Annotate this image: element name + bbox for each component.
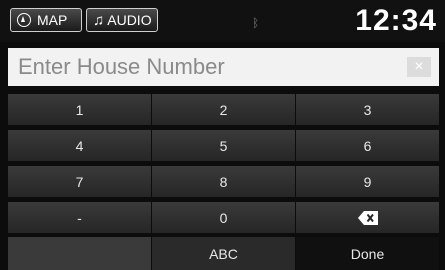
- clear-button[interactable]: ×: [407, 57, 431, 77]
- key-0[interactable]: 0: [152, 202, 295, 233]
- map-compass-icon: [17, 13, 31, 27]
- audio-button[interactable]: ♫ AUDIO: [86, 8, 158, 32]
- audio-button-label: AUDIO: [107, 12, 152, 28]
- key-1[interactable]: 1: [8, 94, 151, 125]
- blank-key: [8, 237, 151, 270]
- key-7[interactable]: 7: [8, 166, 151, 197]
- key-5[interactable]: 5: [152, 130, 295, 161]
- bluetooth-icon: ᛒ: [252, 16, 260, 30]
- house-number-placeholder: Enter House Number: [18, 54, 225, 79]
- backspace-button[interactable]: [296, 202, 439, 233]
- key-2[interactable]: 2: [152, 94, 295, 125]
- key-8[interactable]: 8: [152, 166, 295, 197]
- map-button[interactable]: MAP: [10, 8, 82, 32]
- clock: 12:34: [355, 4, 437, 37]
- bottom-bar: ABC Done: [8, 237, 439, 270]
- house-number-input[interactable]: Enter House Number ×: [8, 48, 439, 86]
- map-button-label: MAP: [37, 12, 68, 28]
- key-3[interactable]: 3: [296, 94, 439, 125]
- key-4[interactable]: 4: [8, 130, 151, 161]
- key-hyphen[interactable]: -: [8, 202, 151, 233]
- music-note-icon: ♫: [93, 11, 105, 29]
- key-9[interactable]: 9: [296, 166, 439, 197]
- done-button[interactable]: Done: [296, 237, 439, 270]
- clear-icon: ×: [414, 58, 424, 75]
- backspace-icon: [357, 210, 378, 225]
- key-6[interactable]: 6: [296, 130, 439, 161]
- abc-button[interactable]: ABC: [152, 237, 295, 270]
- status-bar: MAP ♫ AUDIO ᛒ 12:34: [0, 0, 445, 42]
